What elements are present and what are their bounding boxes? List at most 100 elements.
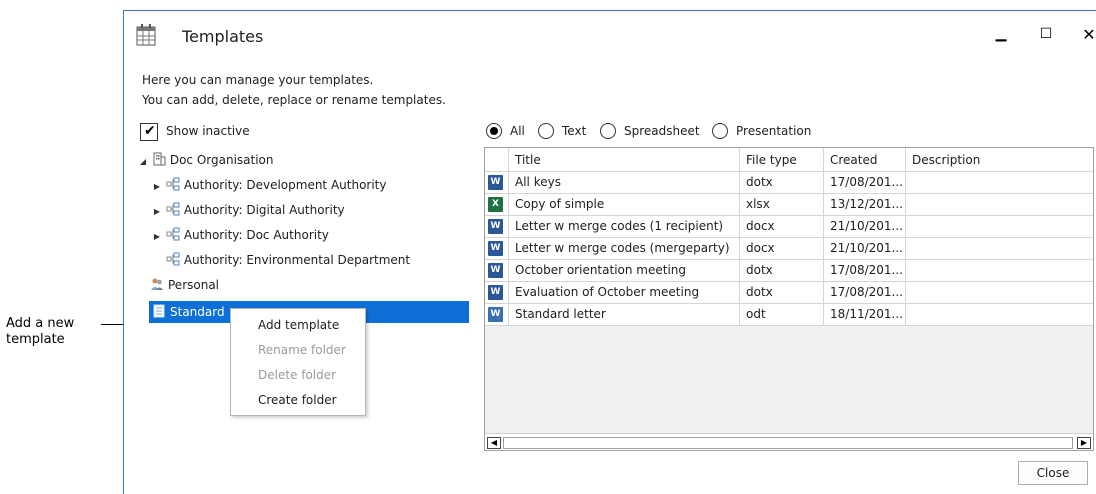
cell-description [906,194,1093,215]
table-row[interactable]: W Standard letter odt 18/11/201... [485,304,1093,326]
maximize-button[interactable]: ☐ [1031,21,1061,47]
filter-label-spreadsheet[interactable]: Spreadsheet [624,124,700,138]
collapse-arrow-icon[interactable]: ◢ [138,150,148,174]
cell-file-type: dotx [740,282,824,303]
filter-radio-spreadsheet[interactable] [600,123,616,139]
odt-icon: W [488,307,503,322]
scrollbar-thumb[interactable] [503,437,1073,449]
menu-item-create-folder[interactable]: Create folder [231,388,365,412]
window-title: Templates [182,27,264,46]
filter-label-all[interactable]: All [510,124,525,138]
templates-table-icon [136,24,156,46]
cell-title: Standard letter [509,304,740,325]
tree-item-label: Authority: Digital Authority [183,203,345,217]
filter-label-presentation[interactable]: Presentation [736,124,811,138]
tree-item-authority[interactable]: ▶ Authority: Doc Authority [152,223,329,247]
table-row[interactable]: W Letter w merge codes (mergeparty) docx… [485,238,1093,260]
intro-text-line1: Here you can manage your templates. [142,73,374,87]
word-icon: W [488,241,503,256]
cell-created: 17/08/201... [824,282,906,303]
column-header-title[interactable]: Title [509,148,740,172]
tree-item-label: Authority: Development Authority [183,178,387,192]
authority-icon [166,177,180,191]
filter-radio-presentation[interactable] [712,123,728,139]
tree-item-label: Authority: Environmental Department [183,253,411,267]
cell-file-type: xlsx [740,194,824,215]
table-row[interactable]: W October orientation meeting dotx 17/08… [485,260,1093,282]
cell-file-type: odt [740,304,824,325]
cell-description [906,260,1093,281]
window-close-button[interactable]: ✕ [1074,21,1096,47]
table-row[interactable]: W Letter w merge codes (1 recipient) doc… [485,216,1093,238]
users-icon [151,278,163,290]
grid-header: Title File type Created Description [485,148,1093,172]
tree-item-label: Standard [170,305,225,319]
tree-item-label: Doc Organisation [169,153,274,167]
cell-description [906,172,1093,193]
word-icon: W [488,285,503,300]
cell-file-type: dotx [740,260,824,281]
callout-annotation: Add a new template [6,316,116,348]
menu-item-delete-folder: Delete folder [258,368,337,382]
header-icon-column [485,148,509,172]
cell-file-type: dotx [740,172,824,193]
close-button[interactable]: Close [1018,461,1088,485]
document-icon [153,304,165,318]
filter-label-text[interactable]: Text [562,124,586,138]
tree-item-authority[interactable]: ▶ Authority: Digital Authority [152,198,345,222]
show-inactive-checkbox[interactable]: ✔ [140,123,158,141]
cell-file-type: docx [740,216,824,237]
cell-title: Copy of simple [509,194,740,215]
tree-item-authority[interactable]: ▶ Authority: Development Authority [152,173,387,197]
intro-text-line2: You can add, delete, replace or rename t… [142,93,446,107]
cell-title: Letter w merge codes (1 recipient) [509,216,740,237]
building-icon [153,152,166,166]
menu-item-rename-folder: Rename folder [258,343,346,357]
column-header-file-type[interactable]: File type [740,148,824,172]
cell-title: October orientation meeting [509,260,740,281]
show-inactive-label: Show inactive [166,124,250,138]
radio-selected-dot [490,127,498,135]
cell-created: 21/10/201... [824,238,906,259]
scroll-right-icon[interactable]: ▶ [1077,437,1091,449]
close-icon: ✕ [1082,24,1096,44]
callout-line1: Add a new [6,316,75,331]
cell-description [906,238,1093,259]
cell-file-type: docx [740,238,824,259]
filter-radio-text[interactable] [538,123,554,139]
cell-description [906,304,1093,325]
tree-item-personal[interactable]: Personal [150,273,219,297]
table-row[interactable]: W All keys dotx 17/08/201... [485,172,1093,194]
filter-radio-all[interactable] [486,123,502,139]
templates-window: Templates ▁ ☐ ✕ Here you can manage your… [123,10,1096,494]
context-menu: Add template Rename folder Delete folder… [230,308,366,416]
tree-item-label: Personal [168,278,220,292]
menu-item-add-template[interactable]: Add template [231,313,365,337]
column-header-description[interactable]: Description [906,148,1093,172]
cell-created: 17/08/201... [824,172,906,193]
expand-arrow-icon[interactable]: ▶ [152,225,162,249]
expand-arrow-icon[interactable]: ▶ [152,175,162,199]
tree-item-authority[interactable]: Authority: Environmental Department [152,248,410,272]
table-row[interactable]: X Copy of simple xlsx 13/12/201... [485,194,1093,216]
authority-icon [166,202,180,216]
authority-icon [166,227,180,241]
checkmark-icon: ✔ [144,123,156,139]
authority-icon [166,252,180,266]
word-icon: W [488,263,503,278]
word-icon: W [488,219,503,234]
minimize-button[interactable]: ▁ [986,21,1016,47]
cell-title: Evaluation of October meeting [509,282,740,303]
column-header-created[interactable]: Created [824,148,906,172]
horizontal-scrollbar[interactable]: ◀ ▶ [485,433,1093,450]
cell-created: 21/10/201... [824,216,906,237]
excel-icon: X [488,197,503,212]
scroll-left-icon[interactable]: ◀ [487,437,501,449]
word-icon: W [488,175,503,190]
cell-description [906,216,1093,237]
maximize-icon: ☐ [1039,26,1053,42]
table-row[interactable]: W Evaluation of October meeting dotx 17/… [485,282,1093,304]
expand-arrow-icon[interactable]: ▶ [152,200,162,224]
tree-item-doc-organisation[interactable]: ◢ Doc Organisation [138,148,274,172]
cell-title: All keys [509,172,740,193]
